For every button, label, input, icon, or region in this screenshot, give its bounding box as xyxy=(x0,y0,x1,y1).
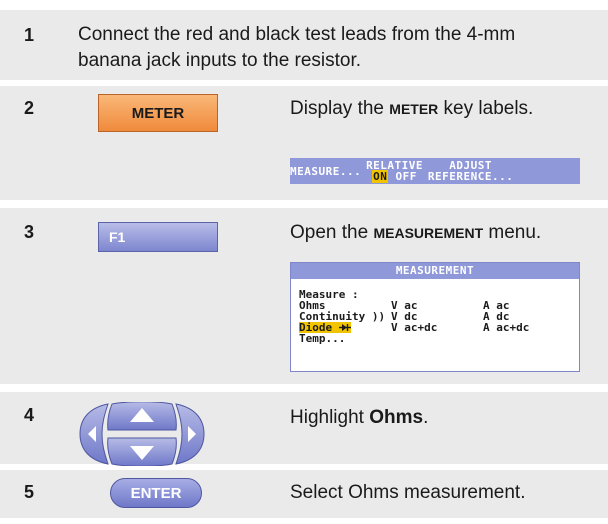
menu-item-a-ac-dc[interactable]: A ac+dc xyxy=(483,322,529,333)
softkey-adjust-reference: ADJUST REFERENCE... xyxy=(427,159,514,183)
menu-body: Measure : Ohms V ac A ac Continuity )) V… xyxy=(291,279,579,344)
menu-row: Continuity )) V dc A dc xyxy=(299,311,579,322)
softkey-label-bar: MEASURE... RELATIVE ON OFF ADJUST REFERE… xyxy=(290,158,580,184)
step-1-row: 1 Connect the red and black test leads f… xyxy=(0,10,608,80)
menu-title: MEASUREMENT xyxy=(291,263,579,279)
step-instruction: Connect the red and black test leads fro… xyxy=(78,24,516,71)
softkey-measure: MEASURE... xyxy=(290,164,362,178)
instruction-text: Highlight xyxy=(290,407,370,428)
menu-row: Temp... xyxy=(299,333,579,344)
instruction-keyword: METER xyxy=(389,101,439,117)
instruction-keyword: MEASUREMENT xyxy=(373,225,484,241)
instruction-text: Open the xyxy=(290,222,374,243)
instruction-text: key labels. xyxy=(438,98,534,119)
step-number: 4 xyxy=(24,405,35,425)
menu-item-temp[interactable]: Temp... xyxy=(299,333,345,344)
step-instruction: Highlight Ohms. xyxy=(290,405,590,431)
instruction-text: Display the xyxy=(290,98,390,119)
enter-key-button[interactable]: ENTER xyxy=(110,478,202,508)
softkey-relative: RELATIVE ON OFF xyxy=(366,159,424,183)
step-number: 1 xyxy=(24,25,35,45)
step-number: 5 xyxy=(24,482,35,502)
arrow-keypad[interactable] xyxy=(78,401,206,471)
instruction-keyword: Ohms xyxy=(369,407,424,428)
step-instruction: Open the MEASUREMENT menu. xyxy=(290,220,590,246)
f1-key-button[interactable]: F1 xyxy=(98,222,218,252)
step-number: 3 xyxy=(24,222,35,242)
step-instruction: Display the METER key labels. xyxy=(290,96,590,122)
menu-heading: Measure : xyxy=(299,288,359,301)
measurement-menu: MEASUREMENT Measure : Ohms V ac A ac Con… xyxy=(290,262,580,372)
instruction-text: menu. xyxy=(483,222,542,243)
meter-key-button[interactable]: METER xyxy=(98,94,218,132)
instruction-text: . xyxy=(423,407,429,428)
step-number: 2 xyxy=(24,98,35,118)
diode-icon xyxy=(338,324,351,331)
step-instruction: Select Ohms measurement. xyxy=(290,482,526,503)
menu-item-v-ac-dc[interactable]: V ac+dc xyxy=(391,322,437,333)
